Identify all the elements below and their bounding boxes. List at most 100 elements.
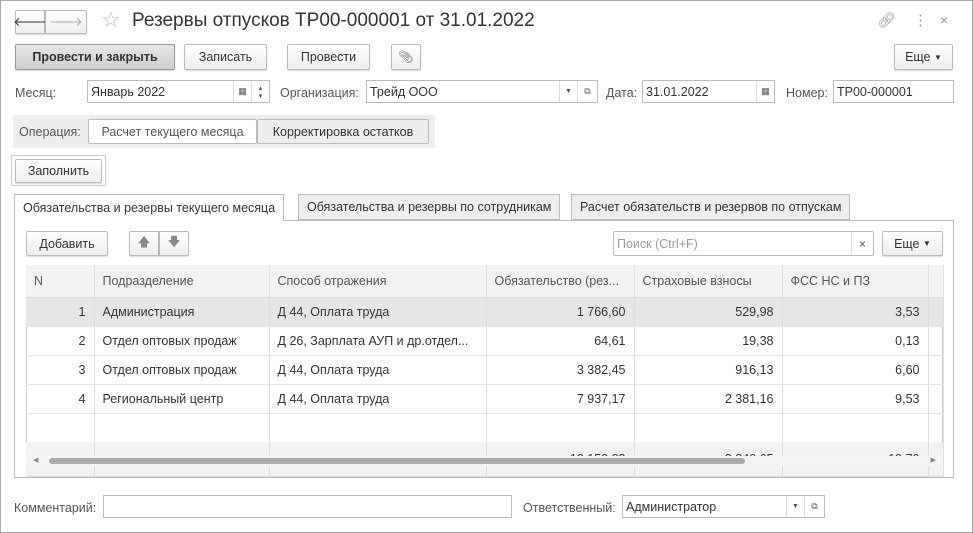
paperclip-icon: 📎︎ xyxy=(398,49,414,64)
save-button[interactable]: Записать xyxy=(184,44,267,70)
favorite-star-icon[interactable]: ☆ xyxy=(101,7,121,33)
close-icon[interactable]: × xyxy=(940,12,948,28)
calendar-icon[interactable]: ▦ xyxy=(756,81,774,102)
scroll-left-icon[interactable]: ◀ xyxy=(33,456,38,464)
col-liability[interactable]: Обязательство (рез... xyxy=(486,265,635,298)
cell-method: Д 44, Оплата труда xyxy=(269,297,487,327)
cell-method: Д 44, Оплата труда xyxy=(269,355,487,385)
cell-fss: 3,53 xyxy=(782,297,929,327)
move-down-button[interactable]: 🡇 xyxy=(159,231,189,256)
col-department[interactable]: Подразделение xyxy=(94,265,270,298)
cell-fss: 9,53 xyxy=(782,384,929,414)
clear-search-icon[interactable]: × xyxy=(851,232,873,255)
cell-department: Региональный центр xyxy=(94,384,270,414)
number-value: ТР00-000001 xyxy=(837,84,913,99)
empty-space xyxy=(26,413,944,442)
arrow-up-icon: 🡅 xyxy=(137,235,151,249)
tab-employees[interactable]: Обязательства и резервы по сотрудникам xyxy=(298,194,561,220)
more-menu-icon[interactable]: ⋮ xyxy=(913,11,928,29)
date-value: 31.01.2022 xyxy=(646,84,709,99)
cell-n: 3 xyxy=(26,355,95,385)
more-label: Еще xyxy=(894,236,920,251)
calendar-icon[interactable]: ▦ xyxy=(233,81,251,102)
table-row[interactable]: 1 Администрация Д 44, Оплата труда 1 766,60… xyxy=(26,297,944,327)
responsible-field[interactable]: Администратор ▼ ⧉ xyxy=(622,495,825,518)
cell-department: Отдел оптовых продаж xyxy=(94,355,270,385)
col-insurance[interactable]: Страховые взносы xyxy=(634,265,783,298)
col-method[interactable]: Способ отражения xyxy=(269,265,487,298)
chevron-down-icon: ▼ xyxy=(923,239,931,248)
month-label: Месяц: xyxy=(15,86,57,100)
cell-liability: 3 382,45 xyxy=(486,355,635,385)
operation-current-month[interactable]: Расчет текущего месяца xyxy=(88,119,257,144)
col-filler xyxy=(928,265,944,298)
operation-label: Операция: xyxy=(19,125,81,139)
open-icon[interactable]: ⧉ xyxy=(804,496,824,517)
arrow-down-icon: 🡇 xyxy=(167,235,181,249)
org-label: Организация: xyxy=(280,86,359,100)
responsible-value: Администратор xyxy=(626,499,717,514)
tab-current-month[interactable]: Обязательства и резервы текущего месяца xyxy=(14,194,285,221)
table-row[interactable]: 4 Региональный центр Д 44, Оплата труда 7 9… xyxy=(26,384,944,414)
operation-balance-correction[interactable]: Корректировка остатков xyxy=(257,119,429,144)
cell-liability: 7 937,17 xyxy=(486,384,635,414)
dropdown-icon[interactable]: ▼ xyxy=(786,496,804,517)
cell-fss: 0,13 xyxy=(782,326,929,356)
org-value: Трейд ООО xyxy=(370,84,438,99)
cell-liability: 64,61 xyxy=(486,326,635,356)
cell-filler xyxy=(928,326,944,356)
org-field[interactable]: Трейд ООО ▼ ⧉ xyxy=(366,80,598,103)
data-table: N Подразделение Способ отражения Обязате… xyxy=(26,265,944,477)
cell-department: Отдел оптовых продаж xyxy=(94,326,270,356)
comment-input[interactable] xyxy=(103,495,512,518)
scroll-right-icon[interactable]: ▶ xyxy=(931,456,936,464)
cell-method: Д 44, Оплата труда xyxy=(269,384,487,414)
month-stepper[interactable]: ▴ ▾ xyxy=(251,81,269,102)
move-up-button[interactable]: 🡅 xyxy=(129,231,159,256)
cell-department: Администрация xyxy=(94,297,270,327)
table-more-button[interactable]: Еще ▼ xyxy=(882,231,943,256)
horizontal-scrollbar[interactable]: ◀ ▶ xyxy=(27,456,942,466)
search-placeholder: Поиск (Ctrl+F) xyxy=(617,236,698,251)
col-fss[interactable]: ФСС НС и ПЗ xyxy=(782,265,929,298)
date-field[interactable]: 31.01.2022 ▦ xyxy=(642,80,775,103)
search-input[interactable]: Поиск (Ctrl+F) × xyxy=(613,231,874,256)
responsible-label: Ответственный: xyxy=(523,501,616,515)
table-row[interactable]: 3 Отдел оптовых продаж Д 44, Оплата труда 3… xyxy=(26,355,944,385)
col-n[interactable]: N xyxy=(26,265,95,298)
cell-filler xyxy=(928,384,944,414)
post-button[interactable]: Провести xyxy=(287,44,370,70)
table-row[interactable]: 2 Отдел оптовых продаж Д 26, Зарплата АУП … xyxy=(26,326,944,356)
comment-label: Комментарий: xyxy=(14,501,97,515)
cell-n: 1 xyxy=(26,297,95,327)
open-icon[interactable]: ⧉ xyxy=(577,81,597,102)
cell-filler xyxy=(928,297,944,327)
page-title: Резервы отпусков ТР00-000001 от 31.01.20… xyxy=(132,10,535,31)
post-and-close-button[interactable]: Провести и закрыть xyxy=(15,44,175,70)
cell-n: 4 xyxy=(26,384,95,414)
tab-vacation-calc[interactable]: Расчет обязательств и резервов по отпуск… xyxy=(571,194,851,220)
dropdown-icon[interactable]: ▼ xyxy=(559,81,577,102)
back-button[interactable]: 🡐 xyxy=(13,10,47,34)
cell-insurance: 19,38 xyxy=(634,326,783,356)
cell-method: Д 26, Зарплата АУП и др.отдел... xyxy=(269,326,487,356)
number-label: Номер: xyxy=(786,86,828,100)
cell-liability: 1 766,60 xyxy=(486,297,635,327)
month-field[interactable]: Январь 2022 ▦ ▴ ▾ xyxy=(87,80,270,103)
table-header: N Подразделение Способ отражения Обязате… xyxy=(26,265,944,298)
add-button[interactable]: Добавить xyxy=(26,231,108,256)
chevron-down-icon: ▼ xyxy=(934,52,942,62)
scrollbar-thumb[interactable] xyxy=(49,458,745,464)
cell-insurance: 916,13 xyxy=(634,355,783,385)
fill-button[interactable]: Заполнить xyxy=(15,159,102,183)
link-icon[interactable]: 🔗︎ xyxy=(877,11,896,29)
attach-button[interactable]: 📎︎ xyxy=(391,44,421,70)
number-field[interactable]: ТР00-000001 xyxy=(833,80,954,103)
month-value: Январь 2022 xyxy=(91,84,166,99)
date-label: Дата: xyxy=(606,86,638,100)
cell-filler xyxy=(928,355,944,385)
more-button[interactable]: Еще ▼ xyxy=(894,44,953,70)
cell-n: 2 xyxy=(26,326,95,356)
forward-button[interactable]: 🡒 xyxy=(45,10,87,34)
cell-fss: 6,60 xyxy=(782,355,929,385)
